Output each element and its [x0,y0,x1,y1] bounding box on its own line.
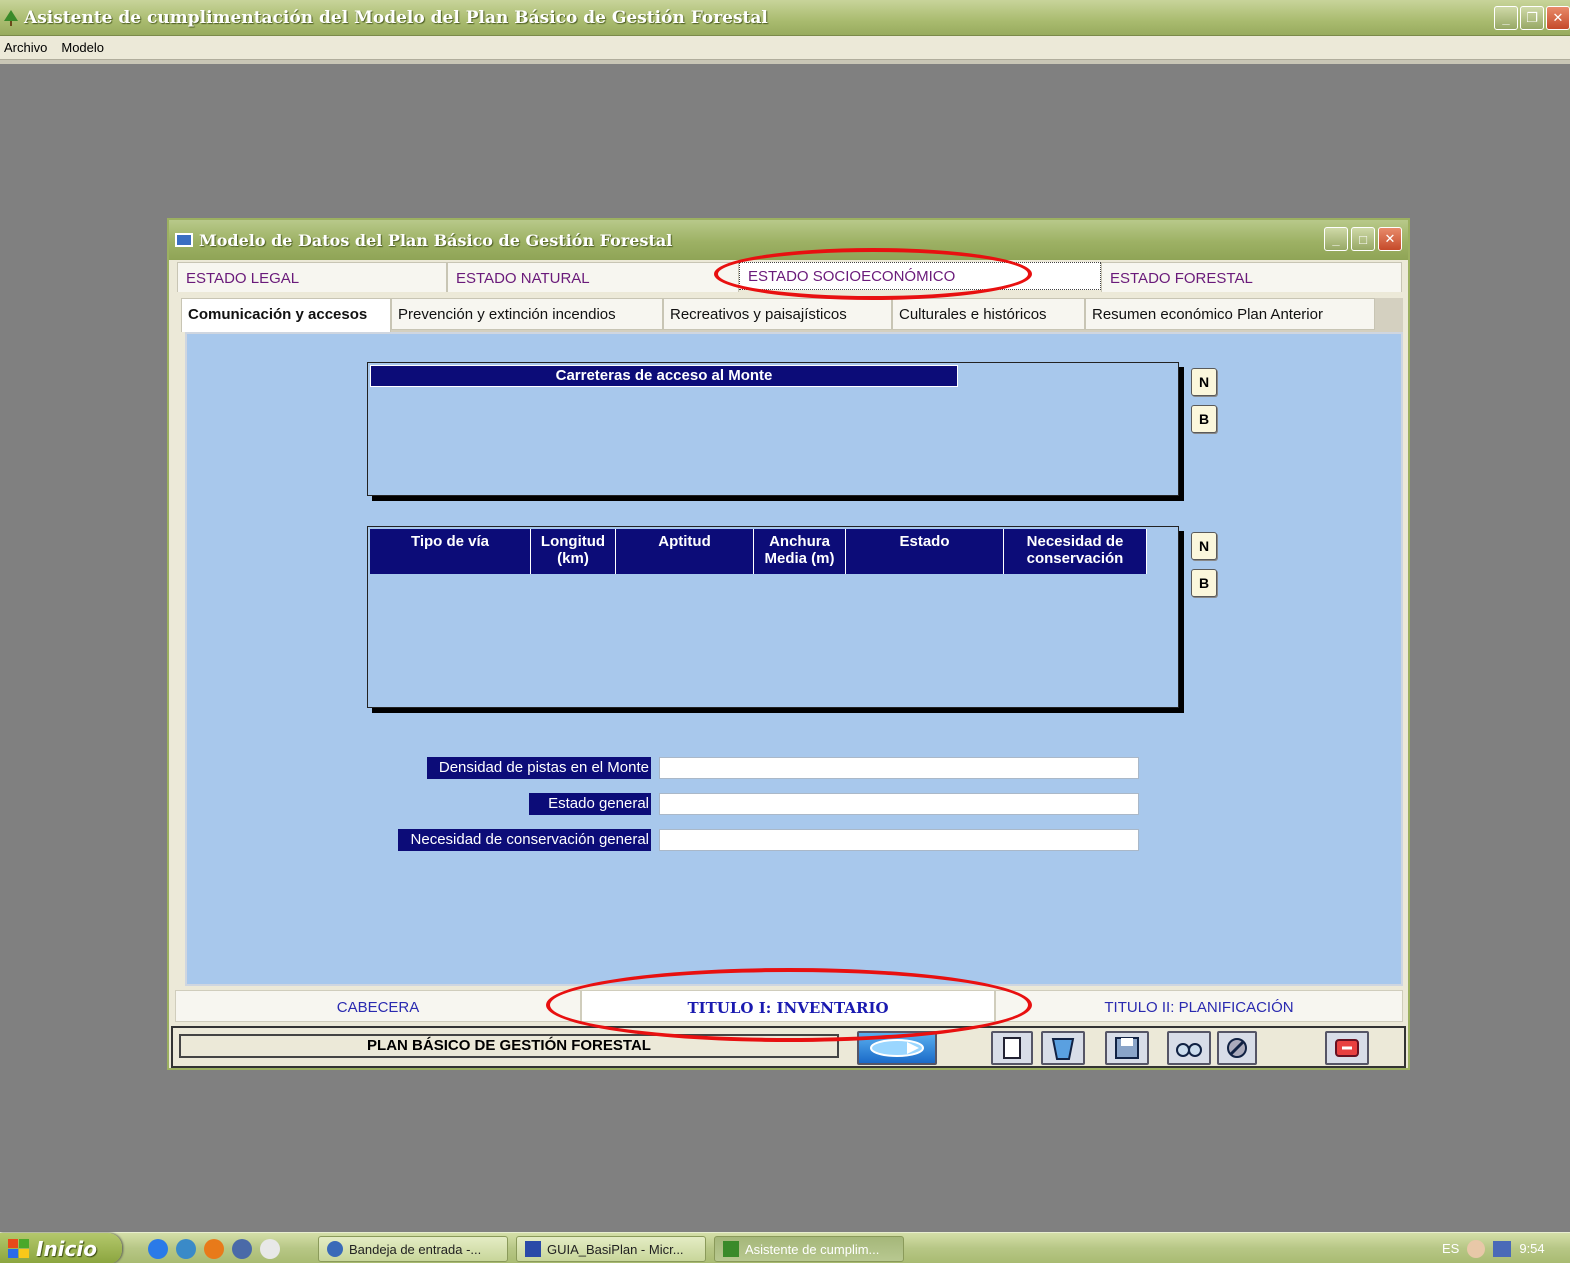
top-tabs: ESTADO LEGAL ESTADO NATURAL ESTADO SOCIO… [177,262,1402,294]
save-button[interactable] [1105,1031,1149,1065]
taskbar: Inicio Bandeja de entrada -... GUIA_Basi… [0,1232,1570,1263]
form-maximize-button[interactable]: □ [1351,227,1375,251]
task-word[interactable]: GUIA_BasiPlan - Micr... [516,1236,706,1262]
bottom-toolbar: PLAN BÁSICO DE GESTIÓN FORESTAL [171,1026,1406,1068]
restore-button[interactable]: ❐ [1520,6,1544,30]
ie-icon[interactable] [148,1239,168,1259]
densidad-label: Densidad de pistas en el Monte [427,757,651,779]
new-document-icon [1003,1037,1021,1059]
language-indicator[interactable]: ES [1442,1241,1459,1256]
tab-estado-legal[interactable]: ESTADO LEGAL [177,262,447,292]
task-bandeja[interactable]: Bandeja de entrada -... [318,1236,508,1262]
search-button[interactable] [1167,1031,1211,1065]
form-close-button[interactable]: ✕ [1378,227,1402,251]
col-necesidad: Necesidad de conservación [1004,529,1147,574]
close-button[interactable]: ✕ [1546,6,1570,30]
chrome-icon[interactable] [232,1239,252,1259]
col-longitud: Longitud (km) [531,529,616,574]
tab-titulo-planificacion[interactable]: TITULO II: PLANIFICACIÓN [995,990,1403,1022]
search-icon [1176,1043,1202,1057]
densidad-input[interactable] [659,757,1139,779]
minimize-button[interactable]: _ [1494,6,1518,30]
tools-icon [1227,1038,1247,1058]
carreteras-new-button[interactable]: N [1191,368,1217,396]
tray-back-icon[interactable] [1467,1239,1486,1258]
plan-label: PLAN BÁSICO DE GESTIÓN FORESTAL [179,1034,839,1058]
exit-icon [1335,1039,1359,1057]
necesidad-general-input[interactable] [659,829,1139,851]
necesidad-general-label: Necesidad de conservación general [398,829,651,851]
quick-launch [148,1239,280,1259]
app-titlebar: Asistente de cumplimentación del Modelo … [0,0,1570,36]
task-asistente-label: Asistente de cumplim... [745,1241,880,1257]
tab-estado-socioeconomico[interactable]: ESTADO SOCIOECONÓMICO [739,262,1101,290]
task-asistente[interactable]: Asistente de cumplim... [714,1236,904,1262]
col-tipo-via: Tipo de vía [370,529,531,574]
tab-comunicacion-accesos[interactable]: Comunicación y accesos [181,298,391,332]
content-panel: Carreteras de acceso al Monte N B Tipo d… [185,332,1403,986]
tab-cabecera[interactable]: CABECERA [175,990,581,1022]
menubar: Archivo Modelo [0,36,1570,60]
network-icon[interactable] [1493,1240,1512,1257]
tab-recreativos-paisajisticos[interactable]: Recreativos y paisajísticos [663,298,892,330]
browser-icon[interactable] [176,1239,196,1259]
trash-icon [1051,1038,1075,1060]
mail-icon [327,1241,343,1257]
exit-button[interactable] [1325,1031,1369,1065]
vias-new-button[interactable]: N [1191,532,1217,560]
vias-subform[interactable]: Tipo de vía Longitud (km) Aptitud Anchur… [367,526,1179,708]
col-aptitud: Aptitud [616,529,754,574]
media-icon[interactable] [260,1239,280,1259]
workarea-separator [0,60,1570,64]
app-title: Asistente de cumplimentación del Modelo … [24,7,768,28]
col-estado: Estado [846,529,1004,574]
tab-resumen-economico[interactable]: Resumen económico Plan Anterior [1085,298,1375,330]
form-minimize-button[interactable]: _ [1324,227,1348,251]
tab-estado-natural[interactable]: ESTADO NATURAL [447,262,739,292]
start-label: Inicio [36,1236,97,1261]
estado-general-input[interactable] [659,793,1139,815]
carreteras-delete-button[interactable]: B [1191,405,1217,433]
delete-button[interactable] [1041,1031,1085,1065]
menu-archivo[interactable]: Archivo [4,40,47,55]
bottom-tabs: CABECERA TITULO I: INVENTARIO TITULO II:… [175,990,1403,1024]
task-bandeja-label: Bandeja de entrada -... [349,1241,482,1257]
navigate-button[interactable] [857,1031,937,1065]
new-document-button[interactable] [991,1031,1033,1065]
vias-column-headers: Tipo de vía Longitud (km) Aptitud Anchur… [370,529,1147,574]
form-window-icon [175,233,193,247]
vias-delete-button[interactable]: B [1191,569,1217,597]
save-icon [1115,1037,1139,1059]
system-tray: ES 9:54 [1420,1233,1570,1263]
carreteras-subform[interactable]: Carreteras de acceso al Monte [367,362,1179,496]
task-word-label: GUIA_BasiPlan - Micr... [547,1241,684,1257]
navigate-icon [870,1039,924,1057]
app-tree-icon [4,9,18,26]
word-icon [525,1241,541,1257]
carreteras-header: Carreteras de acceso al Monte [370,365,958,387]
form-title: Modelo de Datos del Plan Básico de Gesti… [199,230,673,250]
firefox-icon[interactable] [204,1239,224,1259]
tools-button[interactable] [1217,1031,1257,1065]
windows-logo-icon [8,1238,29,1258]
menu-modelo[interactable]: Modelo [61,40,104,55]
estado-general-label: Estado general [529,793,651,815]
tab-titulo-inventario[interactable]: TITULO I: INVENTARIO [581,990,995,1022]
start-button[interactable]: Inicio [0,1233,122,1263]
tab-prevencion-incendios[interactable]: Prevención y extinción incendios [391,298,663,330]
tree-icon [723,1241,739,1257]
col-anchura: Anchura Media (m) [754,529,846,574]
sub-tabs: Comunicación y accesos Prevención y exti… [181,298,1403,332]
form-titlebar: Modelo de Datos del Plan Básico de Gesti… [169,220,1408,260]
tab-estado-forestal[interactable]: ESTADO FORESTAL [1101,262,1402,292]
clock: 9:54 [1519,1241,1545,1256]
tab-culturales-historicos[interactable]: Culturales e históricos [892,298,1085,330]
form-window: Modelo de Datos del Plan Básico de Gesti… [167,218,1410,1070]
